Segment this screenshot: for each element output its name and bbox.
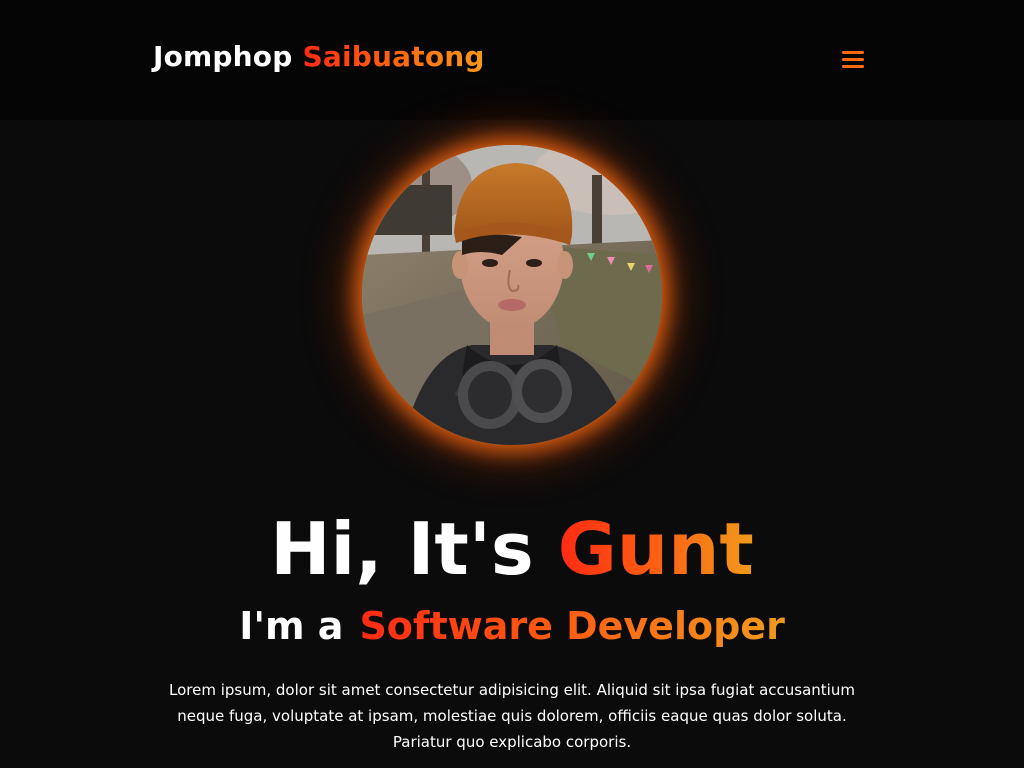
hero-role: Software Developer bbox=[359, 604, 785, 648]
site-logo[interactable]: Jomphop Saibuatong bbox=[153, 40, 485, 73]
hero-greeting: Hi, It's bbox=[270, 507, 534, 591]
profile-avatar bbox=[362, 145, 662, 445]
page: Jomphop Saibuatong Hi, It's Gunt I'm a S… bbox=[0, 0, 1024, 768]
hamburger-menu-icon bbox=[842, 51, 864, 68]
hero-name: Gunt bbox=[557, 507, 754, 591]
logo-last-name: Saibuatong bbox=[302, 40, 485, 73]
menu-button[interactable] bbox=[840, 46, 866, 72]
hero-role-line: I'm a Software Developer bbox=[0, 600, 1024, 652]
hero-description: Lorem ipsum, dolor sit amet consectetur … bbox=[169, 681, 855, 751]
hero-title: Hi, It's Gunt bbox=[0, 503, 1024, 595]
logo-first-name: Jomphop bbox=[153, 40, 293, 73]
profile-photo bbox=[362, 145, 662, 445]
hero-role-prefix: I'm a bbox=[239, 604, 344, 648]
site-header: Jomphop Saibuatong bbox=[0, 0, 1024, 120]
